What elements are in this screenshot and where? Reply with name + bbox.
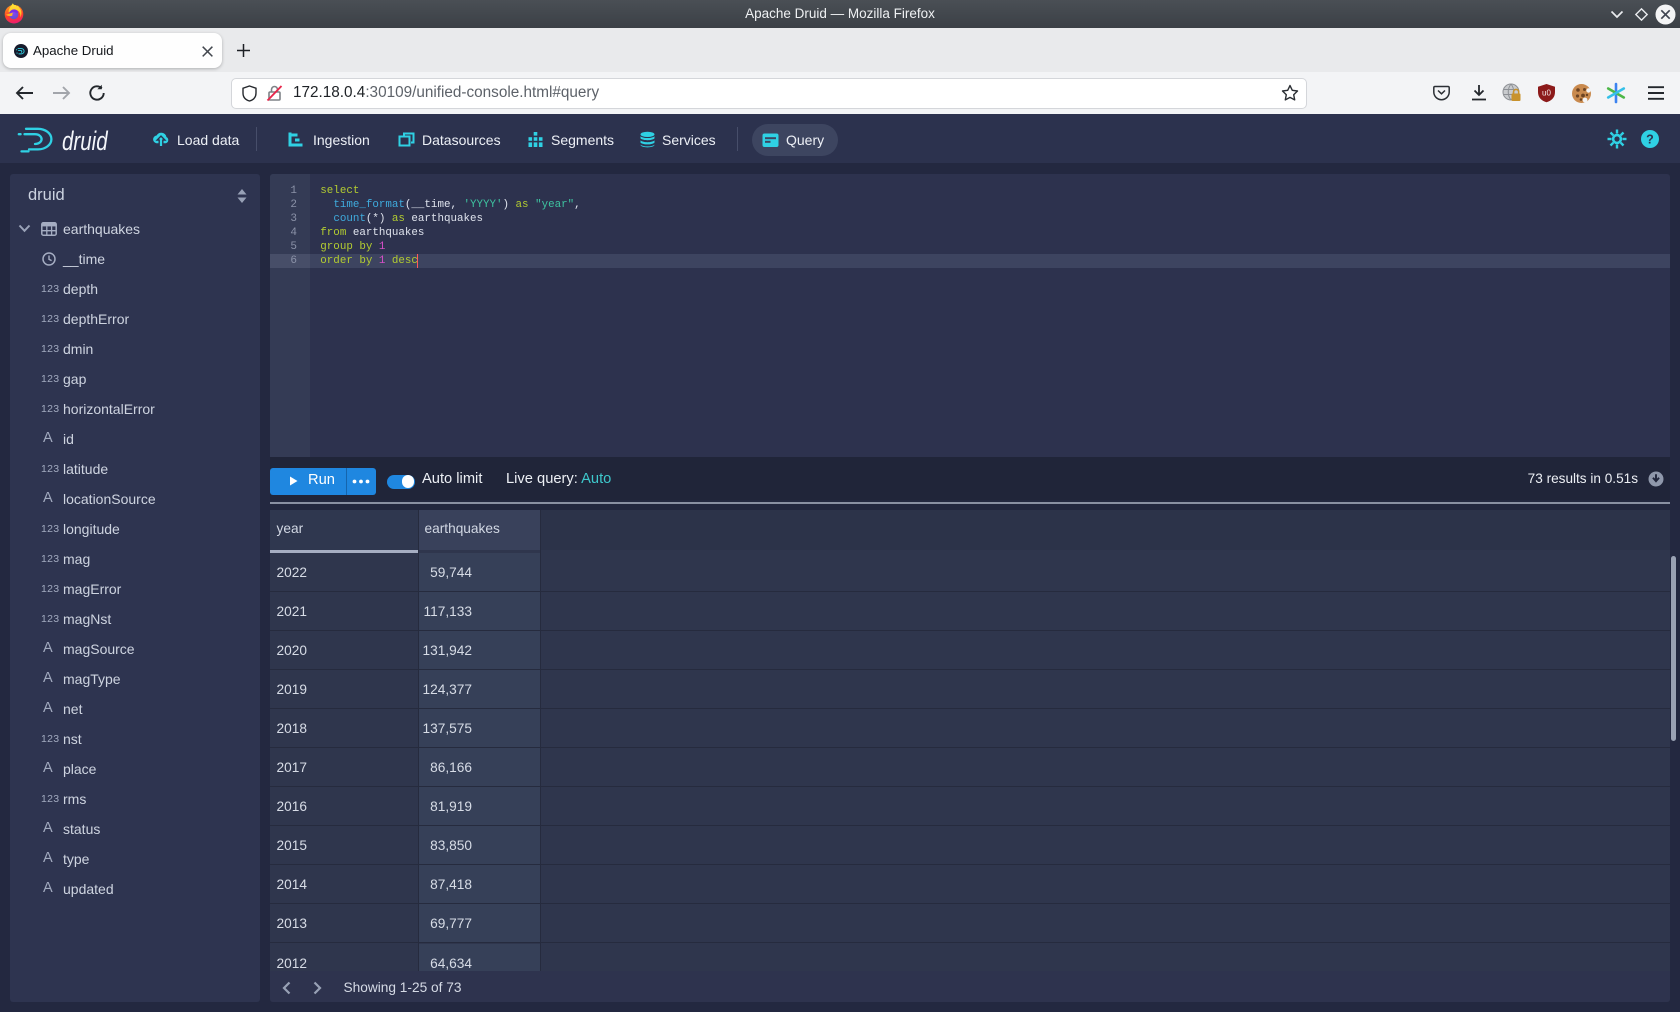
svg-text:u0: u0: [1542, 89, 1551, 98]
svg-text:?: ?: [1646, 133, 1654, 147]
